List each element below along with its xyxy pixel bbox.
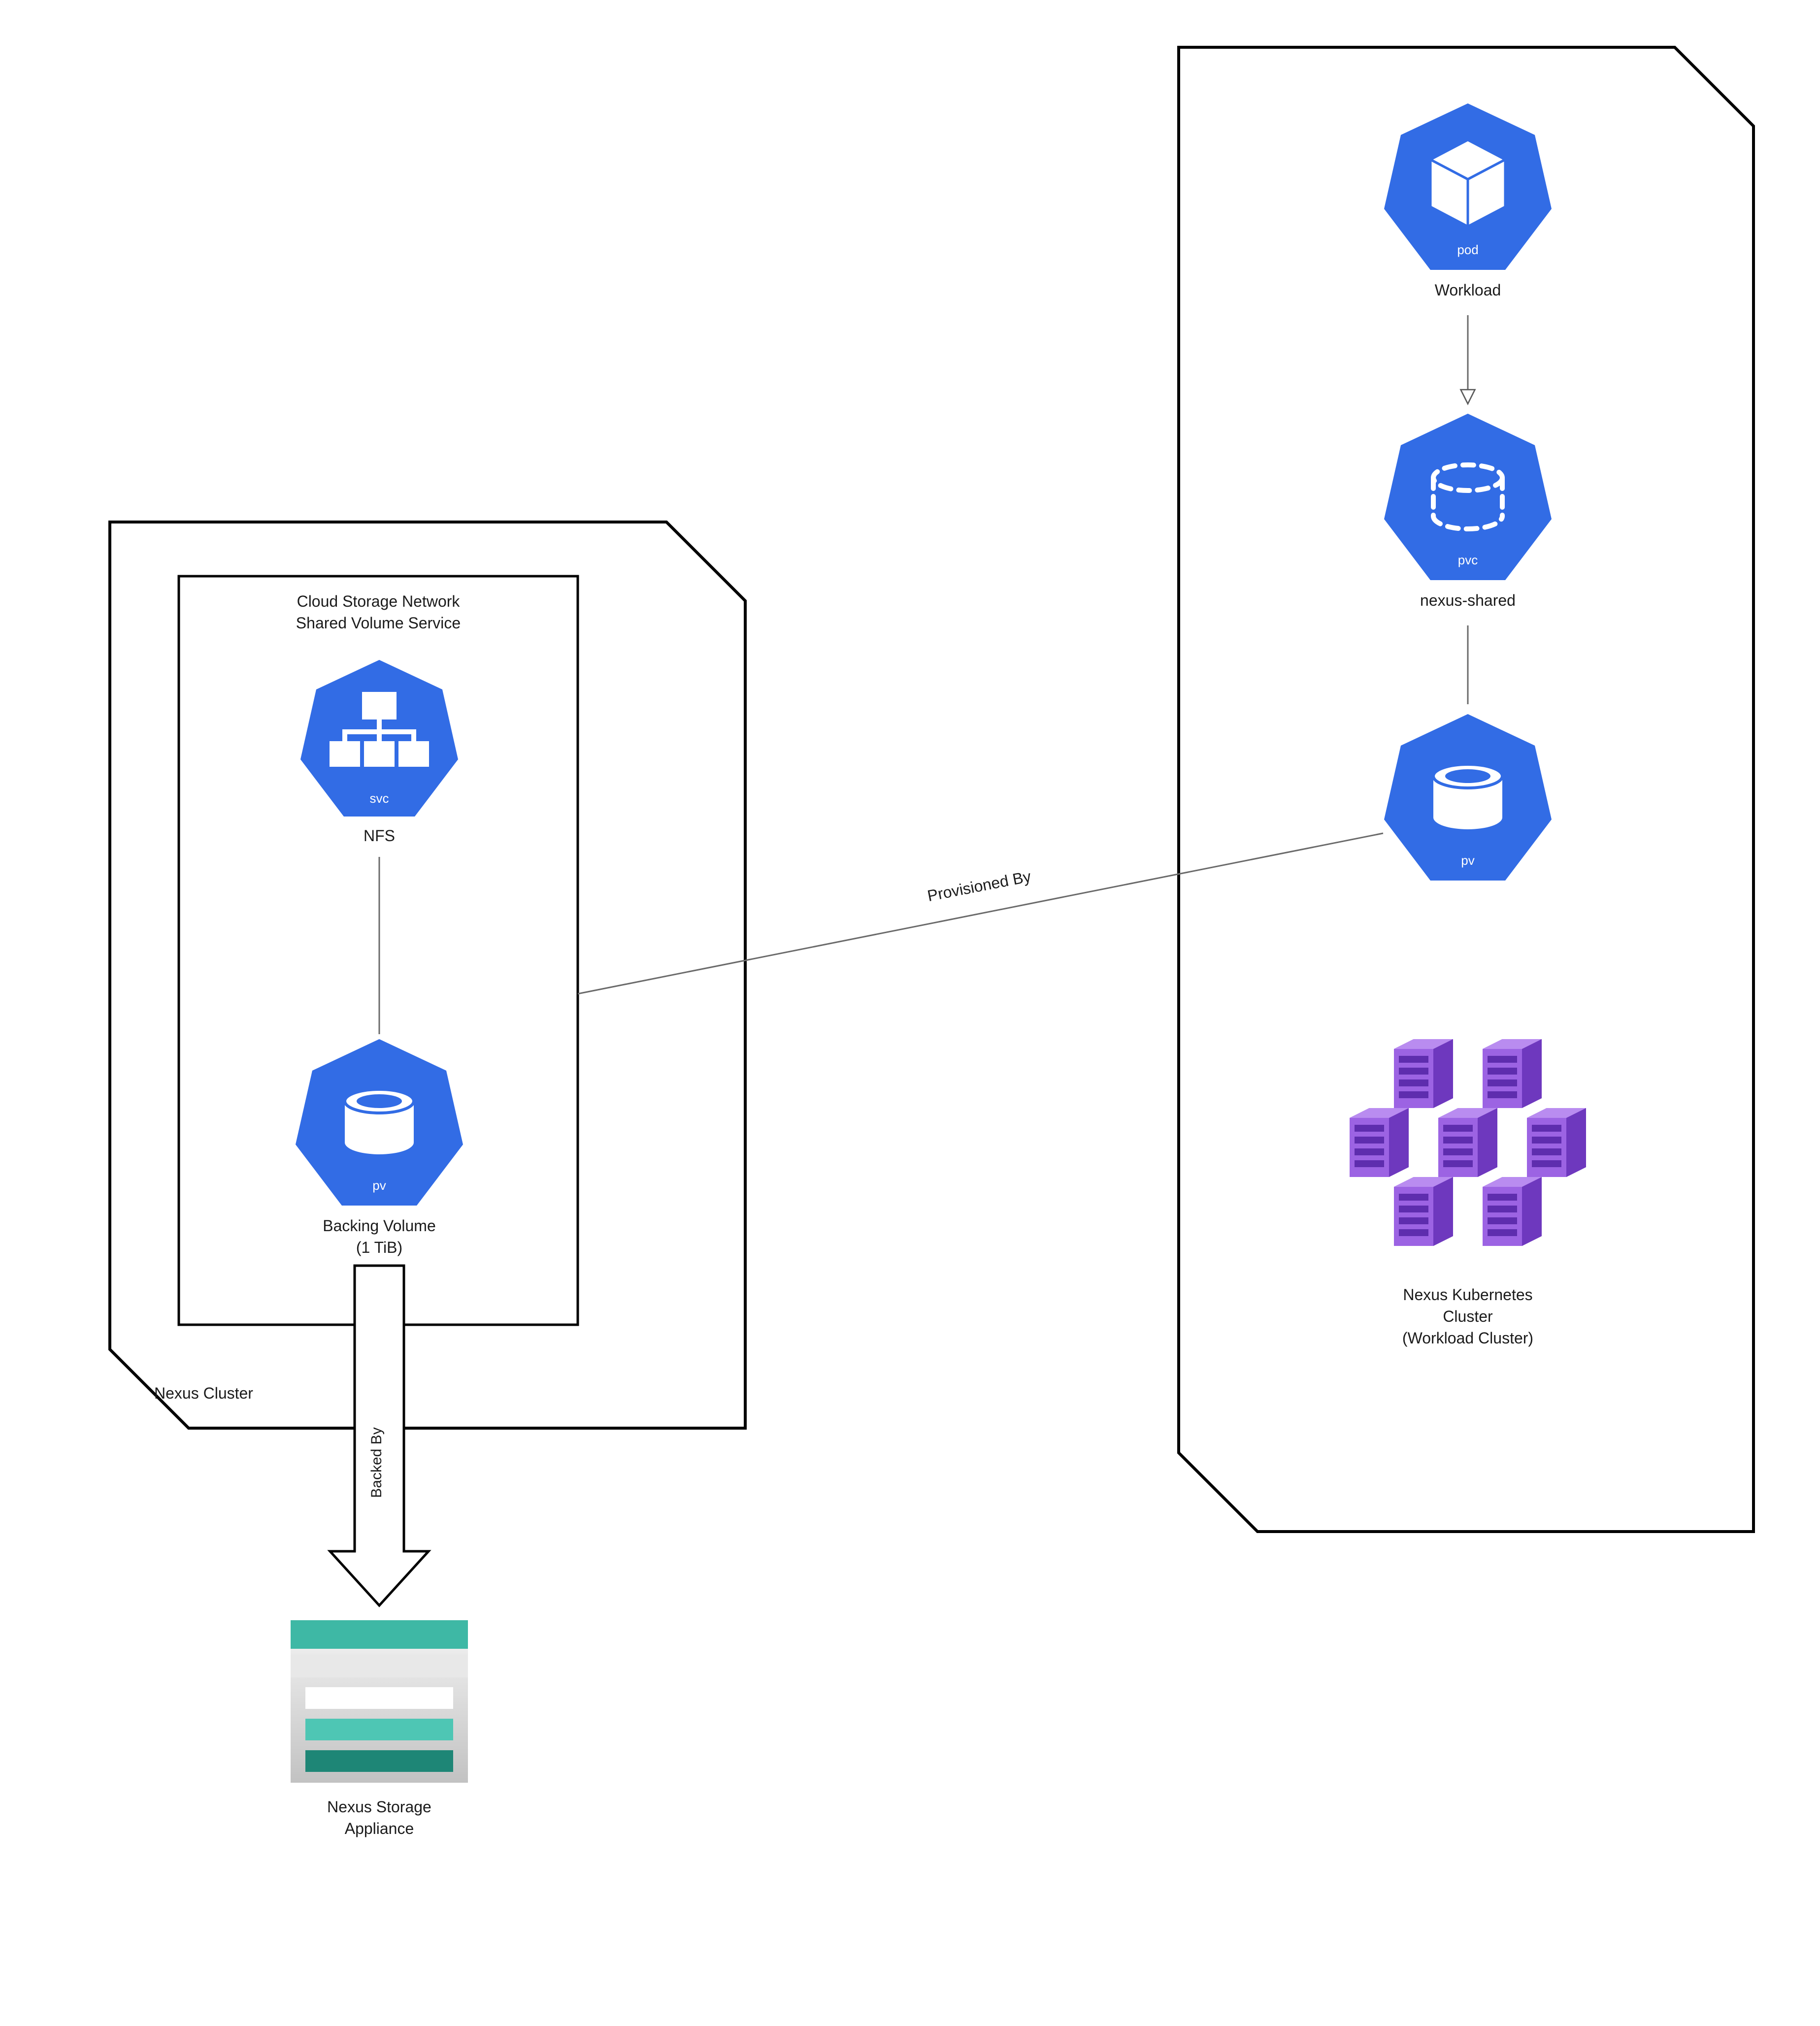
edge-provisioned-by — [578, 833, 1383, 994]
nexus-cluster-label: Nexus Cluster — [154, 1384, 253, 1402]
backed-by-label: Backed By — [368, 1427, 385, 1498]
pod-icon: pod — [1384, 103, 1552, 270]
backing-pv-label1: Backing Volume — [323, 1217, 435, 1235]
service-title-line2: Shared Volume Service — [296, 614, 461, 632]
pod-label: Workload — [1435, 281, 1501, 299]
svc-label: NFS — [364, 827, 395, 845]
server-cluster-icon — [1350, 1039, 1586, 1246]
cluster-label3: (Workload Cluster) — [1402, 1329, 1533, 1347]
provisioned-by-label: Provisioned By — [926, 867, 1032, 905]
diagram-canvas: Nexus Cluster Cloud Storage Network Shar… — [0, 0, 1820, 2026]
right-pv-icon: pv — [1384, 714, 1552, 881]
cluster-label1: Nexus Kubernetes — [1403, 1286, 1532, 1304]
svc-icon: svc — [300, 660, 458, 817]
nexus-cluster-container: Nexus Cluster — [110, 522, 745, 1428]
pvc-label: nexus-shared — [1420, 591, 1516, 609]
pvc-icon: pvc — [1384, 414, 1552, 580]
service-title-line1: Cloud Storage Network — [297, 592, 461, 610]
appliance-label2: Appliance — [345, 1820, 414, 1837]
backing-pv-badge: pv — [372, 1178, 386, 1193]
pod-badge: pod — [1457, 242, 1478, 257]
backing-pv-icon: pv — [296, 1039, 463, 1206]
appliance-label1: Nexus Storage — [327, 1798, 431, 1816]
svc-badge: svc — [370, 791, 389, 806]
cluster-label2: Cluster — [1443, 1307, 1493, 1325]
right-pv-badge: pv — [1461, 853, 1474, 868]
pvc-badge: pvc — [1458, 553, 1478, 567]
backed-by-arrow: Backed By — [330, 1266, 429, 1605]
backing-pv-label2: (1 TiB) — [356, 1239, 402, 1256]
storage-appliance-icon — [291, 1620, 468, 1783]
